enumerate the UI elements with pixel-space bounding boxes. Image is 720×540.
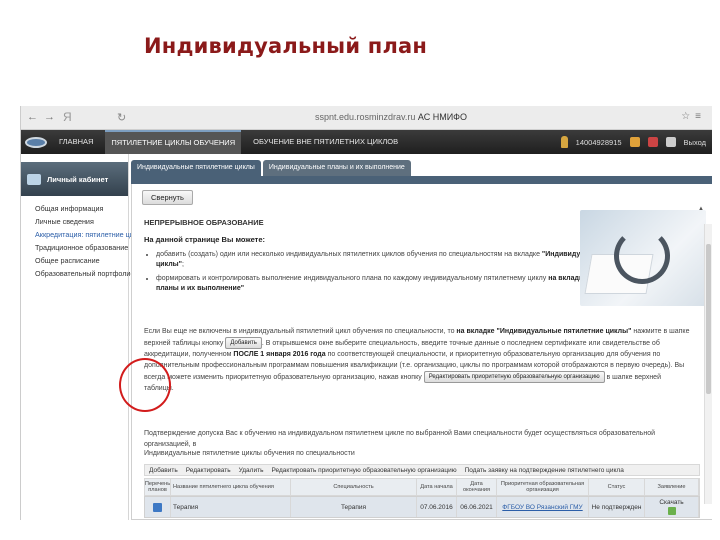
slide-title: Индивидуальный план xyxy=(144,34,428,58)
tab-individual-plans[interactable]: Индивидуальные планы и их выполнение xyxy=(262,160,411,176)
personal-cabinet-header[interactable]: Личный кабинет xyxy=(21,162,128,196)
section-label: Индивидуальные пятилетние циклы обучения… xyxy=(144,450,355,457)
url-text: sspnt.edu.rosminzdrav.ru xyxy=(315,112,416,122)
highlight-circle xyxy=(119,358,171,412)
header-right: 14004928915 Выход xyxy=(560,130,706,154)
column-header[interactable]: Название пятилетнего цикла обучения xyxy=(171,479,291,495)
app-header: Главная Пятилетние циклы обучения Обучен… xyxy=(21,130,712,154)
collapse-button[interactable]: Свернуть xyxy=(142,190,193,205)
menu-outside-cycles[interactable]: Обучение вне пятилетних циклов xyxy=(247,130,404,154)
cycle-name-cell: Терапия xyxy=(171,497,291,517)
url-title: АС НМИФО xyxy=(417,112,468,122)
table-header: Перечень планов Название пятилетнего цик… xyxy=(144,478,700,496)
column-header[interactable]: Перечень планов xyxy=(145,479,171,495)
column-header[interactable]: Заявление xyxy=(645,479,699,495)
user-icon xyxy=(560,136,568,148)
vertical-scrollbar[interactable] xyxy=(704,224,712,504)
sidebar: Личный кабинет Общая информация Личные с… xyxy=(21,154,146,520)
menu-main[interactable]: Главная xyxy=(53,130,99,154)
user-id[interactable]: 14004928915 xyxy=(576,138,622,147)
org-link[interactable]: ФГБОУ ВО Рязанский ГМУ xyxy=(497,497,589,517)
browser-bar: ←→ Я ↻ sspnt.edu.rosminzdrav.ru АС НМИФО… xyxy=(21,106,712,130)
end-date-cell: 06.06.2021 xyxy=(457,497,497,517)
add-button-inline[interactable]: Добавить xyxy=(225,337,262,349)
instructions-paragraph: Если Вы еще не включены в индивидуальный… xyxy=(144,326,692,394)
table-row[interactable]: Терапия Терапия 07.06.2016 06.06.2021 ФГ… xyxy=(144,496,700,518)
sidebar-item-portfolio[interactable]: Образовательный портфолио xyxy=(35,267,134,280)
specialty-cell: Терапия xyxy=(291,497,417,517)
confirmation-paragraph: Подтверждение допуска Вас к обучению на … xyxy=(144,430,656,448)
screenshot-frame: ←→ Я ↻ sspnt.edu.rosminzdrav.ru АС НМИФО… xyxy=(20,106,712,520)
slide: Индивидуальный план ←→ Я ↻ sspnt.edu.ros… xyxy=(0,0,720,540)
para-bold: ПОСЛЕ 1 января 2016 года xyxy=(233,351,326,358)
notifications-icon[interactable] xyxy=(647,137,658,147)
sidebar-menu: Общая информация Личные сведения Аккреди… xyxy=(21,196,146,280)
logout-link[interactable]: Выход xyxy=(684,138,706,147)
address-bar[interactable]: sspnt.edu.rosminzdrav.ru АС НМИФО xyxy=(315,112,467,122)
scrollbar-thumb[interactable] xyxy=(706,244,711,394)
tab-individual-cycles[interactable]: Индивидуальные пятилетние циклы xyxy=(131,160,261,176)
toolbar-edit-priority-button[interactable]: Редактировать приоритетную образовательн… xyxy=(271,467,456,474)
download-icon[interactable] xyxy=(667,507,676,515)
refresh-icon[interactable]: ↻ xyxy=(117,111,126,124)
stethoscope-image xyxy=(580,210,706,306)
tab-content: Свернуть ▲ НЕПРЕРЫВНОЕ ОБРАЗОВАНИЕ На да… xyxy=(131,184,712,520)
column-header[interactable]: Статус xyxy=(589,479,645,495)
bullet-text: добавить (создать) один или несколько ин… xyxy=(156,251,542,258)
toolbar-edit-button[interactable]: Редактировать xyxy=(186,467,231,474)
browser-nav-icons[interactable]: ←→ xyxy=(27,111,61,123)
toolbar-submit-button[interactable]: Подать заявку на подтверждение пятилетне… xyxy=(465,467,624,474)
menu-five-year-cycles[interactable]: Пятилетние циклы обучения xyxy=(105,130,242,154)
document-icon[interactable] xyxy=(153,502,162,512)
para-bold: на вкладке "Индивидуальные пятилетние ци… xyxy=(456,328,632,335)
column-header[interactable]: Специальность xyxy=(291,479,417,495)
edit-priority-button-inline[interactable]: Редактировать приоритетную образовательн… xyxy=(423,371,605,383)
tabs: Индивидуальные пятилетние циклы Индивиду… xyxy=(131,160,712,176)
cabinet-icon xyxy=(27,173,41,185)
stethoscope-shape xyxy=(614,228,670,284)
start-date-cell: 07.06.2016 xyxy=(417,497,457,517)
table-toolbar: Добавить Редактировать Удалить Редактиро… xyxy=(144,464,700,476)
cabinet-label: Личный кабинет xyxy=(47,174,109,184)
exit-icon[interactable] xyxy=(665,137,676,147)
toolbar-add-button[interactable]: Добавить xyxy=(149,467,178,474)
bullet-text: формировать и контролировать выполнение … xyxy=(156,275,549,282)
sidebar-item-accreditation[interactable]: Аккредитация: пятилетние циклы xyxy=(35,228,146,241)
column-header[interactable]: Дата окончания xyxy=(457,479,497,495)
sidebar-item-schedule[interactable]: Общее расписание xyxy=(35,254,128,267)
site-logo-icon[interactable] xyxy=(25,136,47,148)
column-header[interactable]: Приоритетная образовательная организация xyxy=(497,479,589,495)
main-area: Индивидуальные пятилетние циклы Индивиду… xyxy=(131,160,712,520)
download-link[interactable]: Скачать xyxy=(659,499,683,506)
yandex-logo[interactable]: Я xyxy=(63,110,72,124)
browser-menu-icons[interactable]: ☆≡ xyxy=(681,111,706,122)
plans-cell[interactable] xyxy=(145,497,171,517)
messages-icon[interactable] xyxy=(629,137,640,147)
sidebar-item-traditional[interactable]: Традиционное образование xyxy=(35,241,128,254)
sidebar-item-personal[interactable]: Личные сведения xyxy=(35,215,128,228)
download-cell[interactable]: Скачать xyxy=(645,497,699,517)
status-cell: Не подтвержден xyxy=(589,497,645,517)
sidebar-item-general[interactable]: Общая информация xyxy=(35,202,128,215)
para-text: Если Вы еще не включены в индивидуальный… xyxy=(144,328,457,335)
column-header[interactable]: Дата начала xyxy=(417,479,457,495)
toolbar-delete-button[interactable]: Удалить xyxy=(239,467,264,474)
tab-strip xyxy=(131,176,712,184)
